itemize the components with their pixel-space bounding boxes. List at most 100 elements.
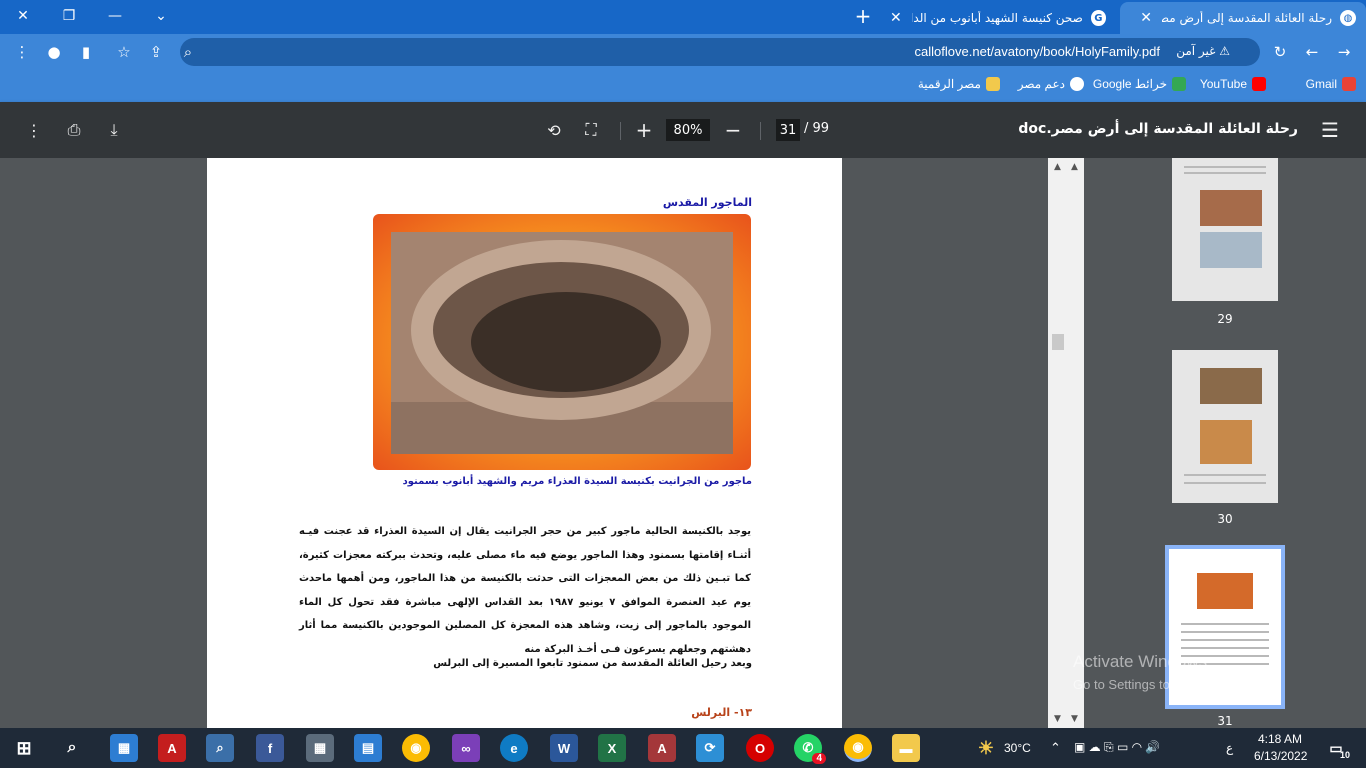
chevron-up-icon[interactable]: ⌃ [1050,740,1061,756]
download-icon[interactable]: ⤓ [100,116,128,144]
notification-icon[interactable]: ▭ 10 [1322,734,1350,762]
zoom-in-icon[interactable]: + [630,116,658,144]
divider [760,122,761,140]
profile-icon[interactable]: ● [40,38,68,66]
bookmark-star-icon[interactable]: ☆ [110,38,138,66]
close-window-icon[interactable]: ✕ [0,0,46,32]
magnifier-icon[interactable]: ⌕ [206,734,234,762]
thumb-line [1184,172,1266,174]
bookmark-maps[interactable]: خرائط Google [1093,77,1186,91]
thumb-line [1184,474,1266,476]
thumb-image [1200,420,1252,464]
sidepanel-icon[interactable]: ▮ [72,38,100,66]
print-icon[interactable]: ⎙ [60,116,88,144]
tray-icons[interactable]: ▣ ☁ ⎘ ▭ ◠ 🔊 [1074,740,1160,755]
thumbnail-number: 29 [1217,312,1233,326]
bookmarks-bar: Gmail YouTube خرائط Google دعم مصر مصر ا… [0,70,1366,102]
edge-icon[interactable]: e [500,734,528,762]
scroll-up-icon[interactable]: ▲ [1054,162,1061,172]
page-heading: الماجور المقدس [662,196,752,209]
search-icon[interactable]: ⌕ [58,734,86,762]
new-tab-button[interactable]: + [840,0,886,32]
bookmark-digital[interactable]: مصر الرقمية [918,77,1000,91]
thumb-line [1184,166,1266,168]
clock-time[interactable]: 4:18 AM [1258,732,1302,746]
file-explorer-icon[interactable]: ▬ [892,734,920,762]
thumb-line [1184,482,1266,484]
whatsapp-badge: 4 [812,753,826,764]
scroll-thumb[interactable] [1052,334,1064,350]
bookmark-label: YouTube [1199,77,1247,91]
word-icon[interactable]: W [550,734,578,762]
bookmark-gmail[interactable]: Gmail [1306,77,1356,91]
scroll-down-icon[interactable]: ▼ [1071,714,1078,724]
reload-icon[interactable]: ↻ [1266,38,1294,66]
activation-watermark-title: Activate Windows [1073,652,1208,671]
windows-start-icon[interactable]: ⊞ [10,734,38,762]
weather-icon[interactable]: ☀ [972,734,1000,762]
calculator-icon[interactable]: ▦ [306,734,334,762]
zoom-out-icon[interactable]: − [719,116,747,144]
menu-icon[interactable]: ⋮ [8,38,36,66]
thumbnail-number: 30 [1217,512,1233,526]
minimize-window-icon[interactable]: — [92,0,138,32]
pdf-viewer[interactable]: الماجور المقدس ماجور من الجرانيت بكنيسة … [0,158,1084,728]
thumb-image [1200,232,1262,268]
youtube-icon [1252,77,1266,91]
site-icon [986,77,1000,91]
access-icon[interactable]: A [648,734,676,762]
thumb-scrollbar[interactable]: ▲ ▼ [1068,158,1084,728]
calendar-icon[interactable]: ▤ [354,734,382,762]
gmail-icon [1342,77,1356,91]
close-tab-icon[interactable]: ✕ [1140,10,1152,26]
chrome-icon[interactable]: ◉ [402,734,430,762]
globe-icon [1070,77,1084,91]
photo-hole [471,292,661,392]
tab-search-icon[interactable]: ⌄ [138,0,184,32]
search-icon[interactable]: ⌕ [174,38,202,66]
share-icon[interactable]: ⇪ [142,38,170,66]
visual-studio-icon[interactable]: ∞ [452,734,480,762]
bookmark-label: مصر الرقمية [917,77,981,91]
page-number-input[interactable]: 31 [776,119,800,141]
back-icon[interactable]: ← [1298,38,1326,66]
clock-date[interactable]: 6/13/2022 [1254,749,1307,763]
temperature[interactable]: 30°C [1004,741,1031,755]
tab-strip: ◍ رحلة العائلة المقدسة إلى أرض مصر ✕ G ص… [0,0,1366,34]
facebook-icon[interactable]: f [256,734,284,762]
forward-icon[interactable]: → [1330,38,1358,66]
bookmark-youtube[interactable]: YouTube [1200,77,1266,91]
hamburger-menu-icon[interactable]: ☰ [1316,116,1344,144]
maps-icon [1172,77,1186,91]
tab-active[interactable]: ◍ رحلة العائلة المقدسة إلى أرض مصر ✕ [1120,2,1366,34]
excel-icon[interactable]: X [598,734,626,762]
bookmark-support[interactable]: دعم مصر [1018,77,1084,91]
restore-window-icon[interactable]: ❐ [46,0,92,32]
thumb-line [1181,639,1269,641]
divider [620,122,621,140]
bookmark-label: Gmail [1305,77,1337,91]
thumbnail-number: 31 [1217,714,1233,728]
body-paragraph: يوجد بالكنيسة الحالية ماجور كبير من حجر … [299,526,751,655]
zoom-input[interactable]: 80% [666,119,710,141]
tab-inactive[interactable]: G صحن كنيسة الشهيد أبانوب من الداخ ✕ [880,2,1116,34]
thumbnail-page-30[interactable] [1172,350,1278,503]
language-indicator[interactable]: ع [1226,741,1233,755]
app-icon[interactable]: ▦ [110,734,138,762]
security-label[interactable]: ⚠ غير آمن [1176,44,1230,58]
more-actions-icon[interactable]: ⋮ [20,116,48,144]
google-icon: G [1090,10,1106,26]
acrobat-icon[interactable]: A [158,734,186,762]
taskbar: ⊞ ⌕ ▦ A ⌕ f ▦ ▤ ◉ ∞ e W X A ⟳ O ✆ 4 ◉ ▬ … [0,728,1366,768]
whatsapp-icon[interactable]: ✆ 4 [794,734,826,764]
close-tab-icon[interactable]: ✕ [890,10,902,26]
rotate-icon[interactable]: ⟲ [540,116,568,144]
opera-icon[interactable]: O [746,734,774,762]
sync-icon[interactable]: ⟳ [696,734,724,762]
address-bar[interactable]: ☆ ⇪ ⌕ calloflove.net/avatony/book/HolyFa… [117,38,1260,66]
scroll-down-icon[interactable]: ▼ [1054,714,1061,724]
fit-page-icon[interactable]: ⛶ [577,116,605,144]
scroll-up-icon[interactable]: ▲ [1071,162,1078,172]
chrome-active-icon[interactable]: ◉ [844,734,872,762]
thumbnail-page-29[interactable] [1172,158,1278,301]
